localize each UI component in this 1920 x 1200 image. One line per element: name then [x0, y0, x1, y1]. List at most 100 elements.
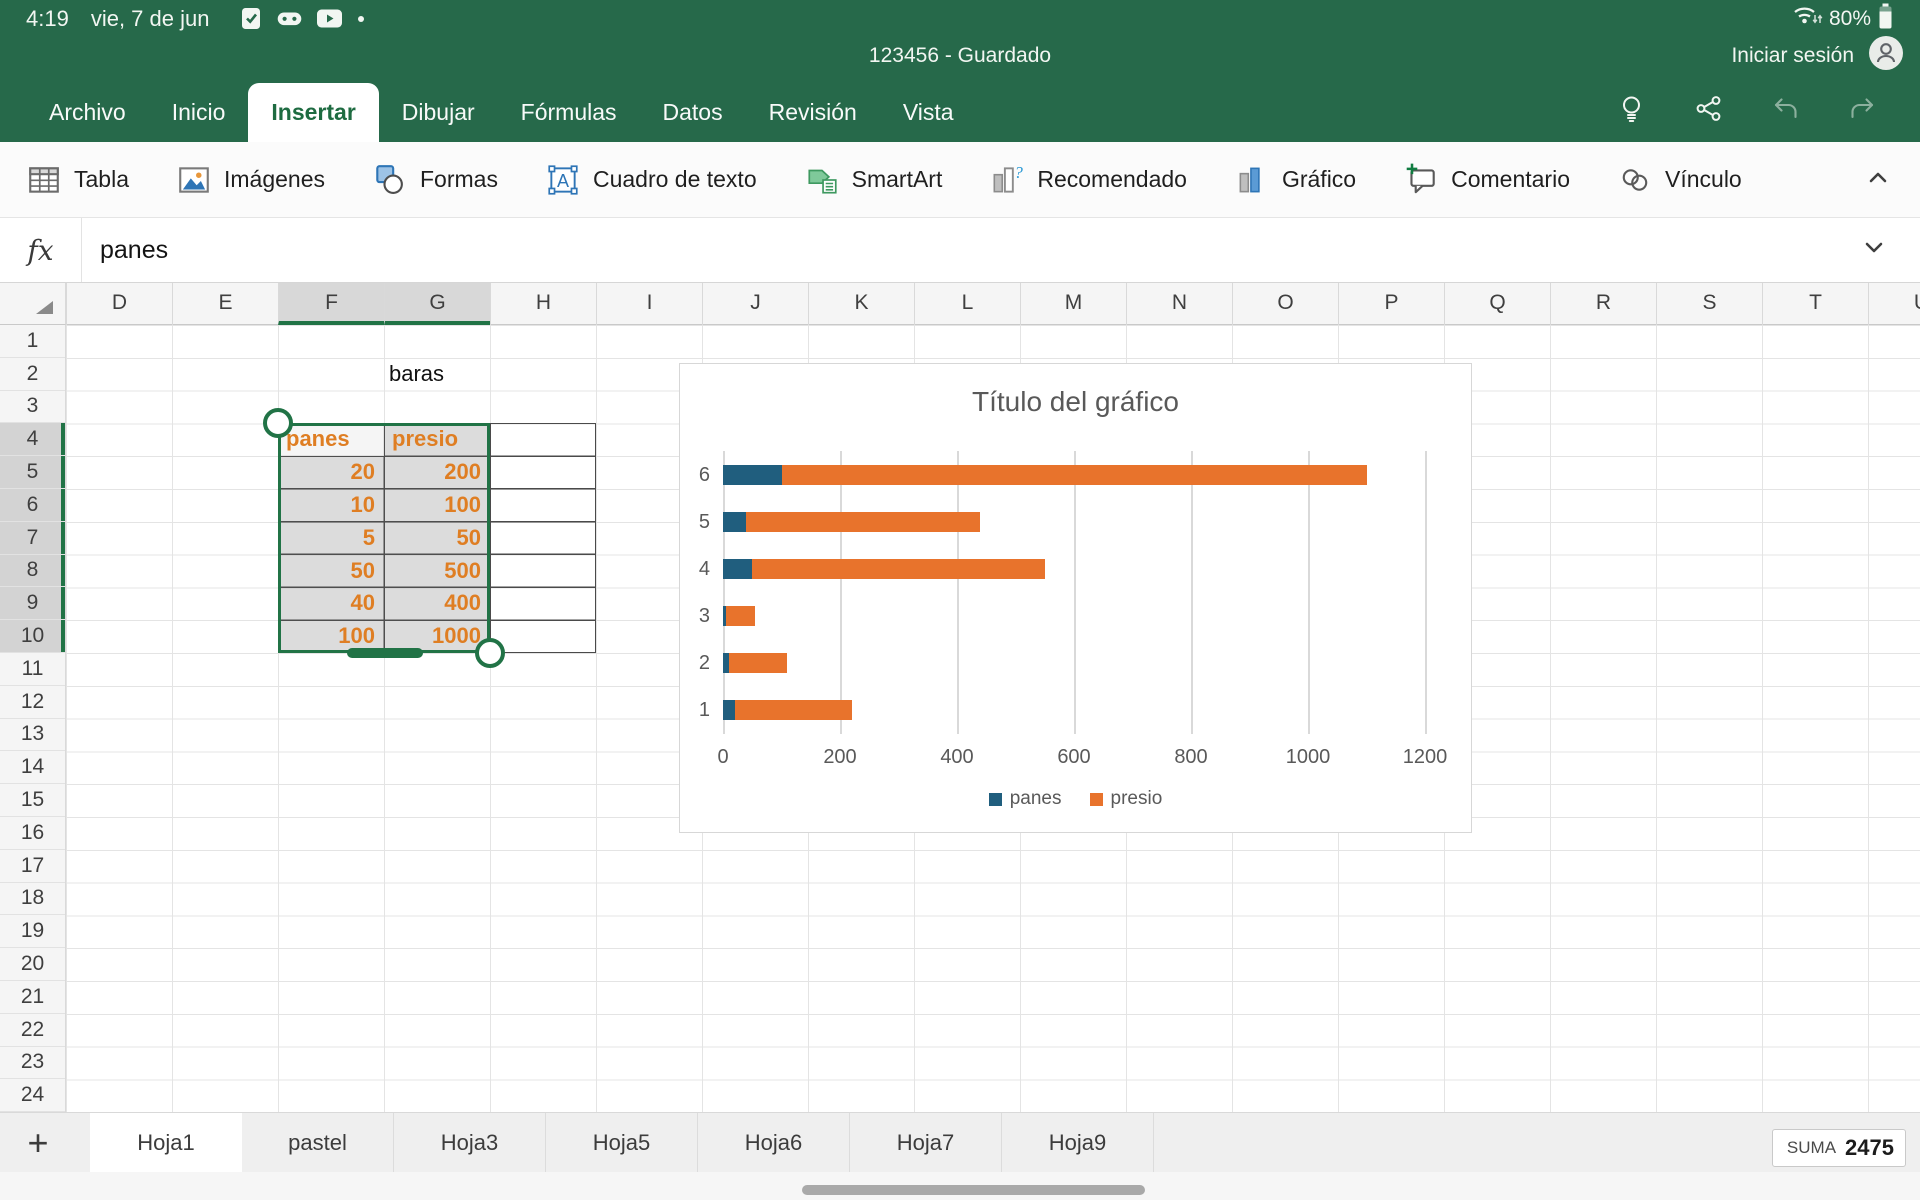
row-header-19[interactable]: 19: [0, 915, 65, 948]
sheet-tab-hoja6[interactable]: Hoja6: [698, 1113, 850, 1172]
row-header-4[interactable]: 4: [0, 423, 65, 456]
column-header-D[interactable]: D: [66, 283, 172, 325]
row-header-24[interactable]: 24: [0, 1079, 65, 1112]
column-header-U[interactable]: U: [1868, 283, 1920, 325]
ribbon-tab-fórmulas[interactable]: Fórmulas: [498, 83, 640, 142]
row-header-18[interactable]: 18: [0, 883, 65, 916]
column-header-N[interactable]: N: [1126, 283, 1232, 325]
toolbar-vínculo[interactable]: Vínculo: [1617, 162, 1742, 198]
ribbon-tab-inicio[interactable]: Inicio: [149, 83, 249, 142]
row-header-1[interactable]: 1: [0, 325, 65, 358]
sheet-tab-hoja3[interactable]: Hoja3: [394, 1113, 546, 1172]
fill-handle[interactable]: [347, 648, 423, 658]
battery-icon: [1877, 2, 1894, 36]
column-header-J[interactable]: J: [702, 283, 808, 325]
horizontal-scrollbar[interactable]: [802, 1185, 1145, 1195]
row-header-17[interactable]: 17: [0, 850, 65, 883]
row-header-20[interactable]: 20: [0, 948, 65, 981]
select-all-button[interactable]: [0, 283, 66, 325]
column-header-H[interactable]: H: [490, 283, 596, 325]
share-icon[interactable]: [1693, 93, 1724, 124]
table-cell[interactable]: 50: [278, 555, 384, 588]
column-header-K[interactable]: K: [808, 283, 914, 325]
column-header-I[interactable]: I: [596, 283, 702, 325]
lightbulb-icon[interactable]: [1616, 93, 1647, 124]
sheet-tab-hoja5[interactable]: Hoja5: [546, 1113, 698, 1172]
toolbar-comentario[interactable]: Comentario: [1403, 162, 1570, 198]
row-header-22[interactable]: 22: [0, 1014, 65, 1047]
sheet-tab-hoja1[interactable]: Hoja1: [90, 1113, 242, 1172]
column-header-Q[interactable]: Q: [1444, 283, 1550, 325]
undo-icon[interactable]: [1770, 93, 1801, 124]
row-header-11[interactable]: 11: [0, 653, 65, 686]
formula-bar: fx panes: [0, 218, 1920, 283]
table-cell[interactable]: 40: [278, 587, 384, 620]
ribbon-tab-dibujar[interactable]: Dibujar: [379, 83, 498, 142]
toolbar-formas[interactable]: Formas: [372, 162, 498, 198]
column-header-R[interactable]: R: [1550, 283, 1656, 325]
ribbon-tab-revisión[interactable]: Revisión: [746, 83, 880, 142]
table-cell[interactable]: 10: [278, 489, 384, 522]
sheet-tab-pastel[interactable]: pastel: [242, 1113, 394, 1172]
row-header-7[interactable]: 7: [0, 522, 65, 555]
row-header-6[interactable]: 6: [0, 489, 65, 522]
column-header-P[interactable]: P: [1338, 283, 1444, 325]
column-header-F[interactable]: F: [278, 283, 384, 325]
chart-object[interactable]: Título del gráfico panespresio 020040060…: [679, 363, 1472, 833]
ribbon-tab-datos[interactable]: Datos: [640, 83, 746, 142]
bottom-strip: [0, 1172, 1920, 1200]
sheet-tab-hoja9[interactable]: Hoja9: [1002, 1113, 1154, 1172]
column-header-S[interactable]: S: [1656, 283, 1762, 325]
row-header-12[interactable]: 12: [0, 686, 65, 719]
toolbar-tabla[interactable]: Tabla: [26, 162, 129, 198]
column-header-L[interactable]: L: [914, 283, 1020, 325]
row-header-16[interactable]: 16: [0, 817, 65, 850]
row-header-2[interactable]: 2: [0, 358, 65, 391]
table-cell[interactable]: 400: [384, 587, 490, 620]
ribbon-tab-insertar[interactable]: Insertar: [248, 83, 378, 142]
selection-handle-bottom-right[interactable]: [475, 638, 505, 668]
table-header-cell[interactable]: presio: [384, 423, 490, 456]
fx-button[interactable]: fx: [0, 218, 82, 282]
toolbar-cuadro-de-texto[interactable]: ACuadro de texto: [545, 162, 757, 198]
sum-readout[interactable]: SUMA 2475: [1772, 1129, 1906, 1167]
toolbar-gráfico[interactable]: Gráfico: [1234, 162, 1356, 198]
row-header-3[interactable]: 3: [0, 391, 65, 424]
formula-input[interactable]: panes: [82, 236, 1920, 265]
cell-G2-label[interactable]: baras: [389, 358, 444, 391]
table-cell[interactable]: 5: [278, 522, 384, 555]
row-header-23[interactable]: 23: [0, 1047, 65, 1080]
table-cell[interactable]: 20: [278, 456, 384, 489]
avatar[interactable]: [1868, 35, 1904, 77]
row-header-5[interactable]: 5: [0, 456, 65, 489]
row-header-8[interactable]: 8: [0, 555, 65, 588]
row-header-21[interactable]: 21: [0, 981, 65, 1014]
ribbon-tab-vista[interactable]: Vista: [880, 83, 977, 142]
row-header-14[interactable]: 14: [0, 751, 65, 784]
toolbar-smartart[interactable]: SmartArt: [804, 162, 943, 198]
column-header-T[interactable]: T: [1762, 283, 1868, 325]
chevron-down-icon[interactable]: [1860, 234, 1888, 267]
ribbon-tab-archivo[interactable]: Archivo: [26, 83, 149, 142]
add-sheet-button[interactable]: +: [0, 1113, 76, 1172]
column-header-E[interactable]: E: [172, 283, 278, 325]
redo-icon[interactable]: [1847, 93, 1878, 124]
column-header-G[interactable]: G: [384, 283, 490, 325]
row-header-15[interactable]: 15: [0, 784, 65, 817]
chevron-up-icon[interactable]: [1864, 163, 1892, 196]
sign-in-button[interactable]: Iniciar sesión: [1731, 44, 1854, 68]
sheet-tab-hoja7[interactable]: Hoja7: [850, 1113, 1002, 1172]
toolbar-imágenes[interactable]: Imágenes: [176, 162, 325, 198]
row-header-9[interactable]: 9: [0, 587, 65, 620]
table-cell[interactable]: 100: [384, 489, 490, 522]
chart-bar-panes-cat6: [723, 465, 782, 485]
row-header-10[interactable]: 10: [0, 620, 65, 653]
column-header-M[interactable]: M: [1020, 283, 1126, 325]
toolbar-recomendado[interactable]: ?Recomendado: [989, 162, 1187, 198]
table-cell[interactable]: 500: [384, 555, 490, 588]
column-header-O[interactable]: O: [1232, 283, 1338, 325]
table-header-cell[interactable]: panes: [278, 423, 384, 456]
row-header-13[interactable]: 13: [0, 719, 65, 752]
table-cell[interactable]: 200: [384, 456, 490, 489]
table-cell[interactable]: 50: [384, 522, 490, 555]
